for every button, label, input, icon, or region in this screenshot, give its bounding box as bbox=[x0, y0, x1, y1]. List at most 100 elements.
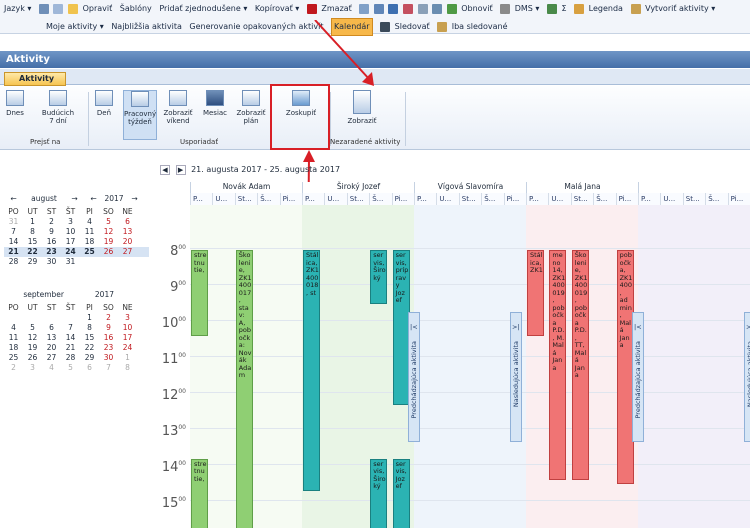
calendar-event[interactable]: stretnutie, bbox=[191, 250, 208, 337]
calendar-day[interactable]: 13 bbox=[42, 333, 61, 343]
calendar-event[interactable]: stretnutie, bbox=[191, 458, 208, 528]
calendar-day[interactable]: 25 bbox=[80, 247, 99, 257]
next-year-arrow[interactable]: → bbox=[125, 194, 144, 204]
day-header[interactable]: U... bbox=[324, 193, 347, 205]
show-plan-button[interactable]: Zobraziť plán bbox=[234, 90, 268, 125]
calendar-day[interactable]: 28 bbox=[61, 353, 80, 363]
calendar-day[interactable]: 21 bbox=[61, 343, 80, 353]
person-header[interactable]: Široký Jozef bbox=[302, 182, 414, 193]
calendar-day[interactable]: 1 bbox=[23, 217, 42, 227]
calendar-event[interactable]: meno 14, ZK1400019, pobočka P.D., M. Mal… bbox=[549, 250, 567, 481]
calendar-day[interactable]: 24 bbox=[61, 247, 80, 257]
prev-week-button[interactable]: ◀ bbox=[160, 165, 170, 175]
calendar-day[interactable]: 2 bbox=[42, 217, 61, 227]
calendar-day[interactable]: 20 bbox=[118, 237, 137, 247]
person-header[interactable]: Vígová Slavomíra bbox=[414, 182, 526, 193]
day-header[interactable]: St... bbox=[458, 193, 482, 205]
calendar-event[interactable]: Stálica, ZK1 bbox=[527, 250, 544, 337]
calendar-day[interactable]: 17 bbox=[61, 237, 80, 247]
calendar-day[interactable]: 12 bbox=[23, 333, 42, 343]
calendar-day[interactable]: 19 bbox=[23, 343, 42, 353]
calendar-day[interactable]: 15 bbox=[23, 237, 42, 247]
calendar-day[interactable]: 6 bbox=[42, 323, 61, 333]
day-header[interactable]: Š... bbox=[369, 193, 392, 205]
toolbar-language[interactable]: Jazyk ▾ bbox=[4, 0, 31, 18]
calendar-day[interactable]: 14 bbox=[4, 237, 23, 247]
day-header[interactable]: Š... bbox=[593, 193, 616, 205]
toolbar-generate-recurring[interactable]: Generovanie opakovaných aktivít bbox=[189, 19, 323, 35]
day-header[interactable]: Š... bbox=[705, 193, 728, 205]
save-icon[interactable] bbox=[388, 4, 399, 14]
work-week-button[interactable]: Pracovný týždeň bbox=[123, 90, 157, 140]
calendar-day[interactable]: 10 bbox=[118, 323, 137, 333]
calendar-day[interactable]: 13 bbox=[118, 227, 137, 237]
calendar-event[interactable]: servis, Široký bbox=[370, 458, 388, 528]
calendar-day[interactable]: 31 bbox=[61, 257, 80, 267]
calendar-day[interactable]: 5 bbox=[61, 363, 80, 373]
calendar-day[interactable]: 17 bbox=[118, 333, 137, 343]
calendar-day[interactable]: 2 bbox=[99, 313, 118, 323]
calendar-day[interactable]: 28 bbox=[4, 257, 23, 267]
calendar-day[interactable]: 3 bbox=[23, 363, 42, 373]
day-header[interactable]: U... bbox=[212, 193, 235, 205]
calendar-day[interactable]: 27 bbox=[42, 353, 61, 363]
day-header[interactable]: Pi... bbox=[503, 193, 526, 205]
day-header[interactable]: Š... bbox=[481, 193, 504, 205]
calendar-day[interactable]: 14 bbox=[61, 333, 80, 343]
calendar-day[interactable]: 23 bbox=[99, 343, 118, 353]
calendar-day[interactable]: 22 bbox=[23, 247, 42, 257]
calendar-day[interactable]: 8 bbox=[118, 363, 137, 373]
calendar-day[interactable]: 11 bbox=[4, 333, 23, 343]
calendar-day[interactable]: 8 bbox=[80, 323, 99, 333]
day-view-button[interactable]: Deň bbox=[90, 90, 118, 117]
calendar-event[interactable]: servis, Široký bbox=[370, 250, 388, 304]
calendar-day[interactable]: 30 bbox=[42, 257, 61, 267]
calendar-event[interactable]: Školenie, ZK1400017, stav: A, pobočka: N… bbox=[235, 250, 253, 528]
day-header[interactable]: P... bbox=[302, 193, 325, 205]
toolbar-add-simple[interactable]: Pridať zjednodušene ▾ bbox=[159, 0, 247, 18]
calendar-day[interactable]: 18 bbox=[80, 237, 99, 247]
day-header[interactable]: U... bbox=[436, 193, 459, 205]
day-header[interactable]: Pi... bbox=[727, 193, 750, 205]
calendar-day[interactable]: 9 bbox=[42, 227, 61, 237]
calendar-day[interactable]: 6 bbox=[80, 363, 99, 373]
calendar-day[interactable]: 12 bbox=[99, 227, 118, 237]
day-header[interactable]: Pi... bbox=[279, 193, 302, 205]
calendar-event[interactable]: servis, Jozef bbox=[392, 458, 410, 528]
print-icon[interactable] bbox=[359, 4, 370, 14]
day-header[interactable]: St... bbox=[234, 193, 258, 205]
calendar-day[interactable]: 3 bbox=[61, 217, 80, 227]
person-header[interactable]: Malá Jana bbox=[526, 182, 638, 193]
excel-icon[interactable] bbox=[546, 4, 557, 14]
next-activity-tab[interactable]: >| Nasledujúca aktivita bbox=[510, 312, 522, 442]
calendar-day[interactable]: 8 bbox=[23, 227, 42, 237]
calendar-day[interactable]: 5 bbox=[23, 323, 42, 333]
calendar-day[interactable]: 26 bbox=[99, 247, 118, 257]
person-header[interactable] bbox=[638, 182, 750, 193]
day-header[interactable]: St... bbox=[346, 193, 370, 205]
calendar-day[interactable]: 4 bbox=[42, 363, 61, 373]
calendar-day[interactable]: 16 bbox=[42, 237, 61, 247]
calendar-day[interactable]: 25 bbox=[4, 353, 23, 363]
prev-year-arrow[interactable]: ← bbox=[84, 194, 103, 204]
calendar-day[interactable]: 31 bbox=[4, 217, 23, 227]
calendar-day[interactable]: 23 bbox=[42, 247, 61, 257]
calendar-day[interactable]: 16 bbox=[99, 333, 118, 343]
toolbar-delete[interactable]: Zmazať bbox=[321, 0, 351, 18]
toolbar-followed-only[interactable]: Iba sledované bbox=[452, 19, 508, 35]
month-view-button[interactable]: Mesiac bbox=[200, 90, 230, 117]
toolbar-next-activity[interactable]: Najbližšia aktivita bbox=[111, 19, 182, 35]
calendar-day[interactable]: 11 bbox=[80, 227, 99, 237]
next-month-arrow[interactable]: → bbox=[65, 194, 84, 204]
day-header[interactable]: St... bbox=[570, 193, 594, 205]
next-7-days-button[interactable]: Budúcich 7 dní bbox=[30, 90, 86, 125]
calendar-day[interactable]: 22 bbox=[80, 343, 99, 353]
person-header[interactable]: Novák Adam bbox=[190, 182, 302, 193]
day-header[interactable]: Š... bbox=[257, 193, 280, 205]
calendar-day[interactable]: 29 bbox=[23, 257, 42, 267]
search-icon[interactable] bbox=[417, 4, 428, 14]
calendar-day[interactable]: 6 bbox=[118, 217, 137, 227]
day-header[interactable]: Pi... bbox=[391, 193, 414, 205]
calendar-day[interactable]: 3 bbox=[118, 313, 137, 323]
calendar-day[interactable]: 19 bbox=[99, 237, 118, 247]
